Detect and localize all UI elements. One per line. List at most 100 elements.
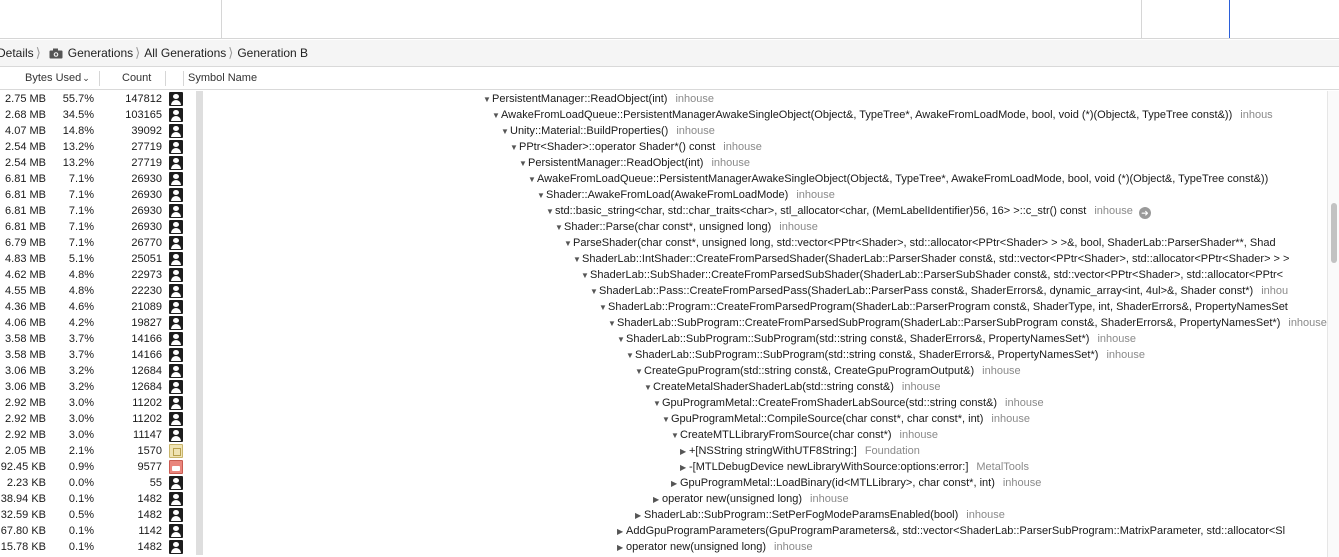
breadcrumb-item-details[interactable]: Details bbox=[0, 46, 34, 60]
disclosure-triangle-icon[interactable]: ▼ bbox=[528, 172, 537, 188]
disclosure-triangle-icon[interactable]: ▼ bbox=[546, 204, 555, 220]
table-row[interactable]: 3.06 MB 3.2% 12684 ▼CreateMetalShaderShader… bbox=[0, 379, 1327, 395]
disclosure-triangle-icon[interactable]: ▶ bbox=[671, 476, 680, 492]
table-row[interactable]: 4.06 MB 4.2% 19827 ▼ShaderLab::SubProgram::… bbox=[0, 315, 1327, 331]
vertical-scrollbar[interactable] bbox=[1327, 91, 1339, 557]
table-row[interactable]: 2.92 MB 3.0% 11202 ▼GpuProgramMetal::Create… bbox=[0, 395, 1327, 411]
table-row[interactable]: 4.83 MB 5.1% 25051 ▼ShaderLab::IntShader::C… bbox=[0, 251, 1327, 267]
user-library-icon bbox=[169, 252, 183, 266]
disclosure-triangle-icon[interactable]: ▶ bbox=[617, 524, 626, 540]
disclosure-triangle-icon[interactable]: ▼ bbox=[510, 140, 519, 156]
symbol-name: ShaderLab::SubProgram::SubProgram(std::s… bbox=[635, 349, 1099, 361]
table-row[interactable]: 3.58 MB 3.7% 14166 ▼ShaderLab::SubProgram::… bbox=[0, 347, 1327, 363]
go-to-source-icon[interactable]: ➜ bbox=[1138, 207, 1151, 219]
table-row[interactable]: 32.59 KB 0.5% 1482 ▶ ShaderLab::SubProgram::… bbox=[0, 507, 1327, 523]
library-name: inhouse bbox=[1097, 333, 1136, 345]
column-header-symbol-name[interactable]: Symbol Name bbox=[188, 68, 257, 89]
symbol-name: AddGpuProgramParameters(GpuProgramParame… bbox=[626, 525, 1286, 537]
disclosure-triangle-icon[interactable]: ▼ bbox=[635, 364, 644, 380]
table-row[interactable]: 2.92 MB 3.0% 11147 ▼CreateMTLLibraryFromSou… bbox=[0, 427, 1327, 443]
percent-cell: 3.0% bbox=[68, 397, 94, 409]
table-row[interactable]: 2.68 MB 34.5% 103165 ▼AwakeFromLoadQueue::P… bbox=[0, 107, 1327, 123]
column-divider[interactable] bbox=[183, 71, 184, 86]
disclosure-triangle-icon[interactable]: ▼ bbox=[671, 428, 680, 444]
count-cell: 14166 bbox=[131, 349, 162, 361]
column-header-count[interactable]: Count bbox=[122, 68, 151, 89]
table-row[interactable]: 6.81 MB 7.1% 26930 ▼AwakeFromLoadQueue::Per… bbox=[0, 171, 1327, 187]
library-name: inhouse bbox=[991, 413, 1030, 425]
disclosure-triangle-icon[interactable]: ▼ bbox=[537, 188, 546, 204]
table-row[interactable]: 6.81 MB 7.1% 26930 ▼Shader::Parse(char cons… bbox=[0, 219, 1327, 235]
table-row[interactable]: 2.54 MB 13.2% 27719 ▼PPtr<Shader>::operator… bbox=[0, 139, 1327, 155]
disclosure-triangle-icon[interactable]: ▶ bbox=[680, 444, 689, 460]
column-header-label: Bytes Used bbox=[25, 72, 82, 84]
row-gutter bbox=[196, 251, 203, 267]
table-row[interactable]: 15.78 KB 0.1% 1482 ▶ operator new(unsigned l… bbox=[0, 539, 1327, 555]
percent-cell: 4.6% bbox=[68, 301, 94, 313]
disclosure-triangle-icon[interactable]: ▼ bbox=[617, 332, 626, 348]
table-row[interactable]: 2.92 MB 3.0% 11202 ▼GpuProgramMetal::Compil… bbox=[0, 411, 1327, 427]
symbol-name: ShaderLab::SubShader::CreateFromParsedSu… bbox=[590, 269, 1284, 281]
disclosure-triangle-icon[interactable]: ▶ bbox=[653, 492, 662, 508]
disclosure-triangle-icon[interactable]: ▼ bbox=[599, 300, 608, 316]
table-row[interactable]: 4.36 MB 4.6% 21089 ▼ShaderLab::Program::Cre… bbox=[0, 299, 1327, 315]
table-row[interactable]: 38.94 KB 0.1% 1482 ▶ operator new(unsigned l… bbox=[0, 491, 1327, 507]
count-cell: 19827 bbox=[131, 317, 162, 329]
table-row[interactable]: 4.62 MB 4.8% 22973 ▼ShaderLab::SubShader::C… bbox=[0, 267, 1327, 283]
table-row[interactable]: 2.23 KB 0.0% 55 ▶ GpuProgramMetal::LoadBinar… bbox=[0, 475, 1327, 491]
disclosure-triangle-icon[interactable]: ▶ bbox=[635, 508, 644, 524]
disclosure-triangle-icon[interactable]: ▼ bbox=[483, 92, 492, 108]
table-row[interactable]: 2.75 MB 55.7% 147812 ▼PersistentManager::Re… bbox=[0, 91, 1327, 107]
bytes-used-cell: 2.92 MB bbox=[5, 397, 46, 409]
table-row[interactable]: 3.58 MB 3.7% 14166 ▼ShaderLab::SubProgram::… bbox=[0, 331, 1327, 347]
column-divider[interactable] bbox=[99, 71, 100, 86]
disclosure-triangle-icon[interactable]: ▼ bbox=[519, 156, 528, 172]
column-divider[interactable] bbox=[165, 71, 166, 86]
percent-cell: 3.2% bbox=[68, 381, 94, 393]
disclosure-triangle-icon[interactable]: ▶ bbox=[617, 540, 626, 556]
disclosure-triangle-icon[interactable]: ▼ bbox=[555, 220, 564, 236]
count-cell: 39092 bbox=[131, 125, 162, 137]
disclosure-triangle-icon[interactable]: ▼ bbox=[662, 412, 671, 428]
table-row[interactable]: 6.81 MB 7.1% 26930 ▼Shader::AwakeFromLoad(A… bbox=[0, 187, 1327, 203]
user-library-icon bbox=[169, 156, 183, 170]
disclosure-triangle-icon[interactable]: ▼ bbox=[492, 108, 501, 124]
bytes-used-cell: 4.62 MB bbox=[5, 269, 46, 281]
symbol-name: AwakeFromLoadQueue::PersistentManagerAwa… bbox=[501, 109, 1233, 121]
count-cell: 1570 bbox=[137, 445, 162, 457]
disclosure-triangle-icon[interactable]: ▶ bbox=[680, 460, 689, 476]
breadcrumb-item-generations[interactable]: Generations bbox=[45, 46, 133, 60]
symbol-name: -[MTLDebugDevice newLibraryWithSource:op… bbox=[689, 461, 969, 473]
count-cell: 27719 bbox=[131, 141, 162, 153]
row-gutter bbox=[196, 347, 203, 363]
disclosure-triangle-icon[interactable]: ▼ bbox=[581, 268, 590, 284]
table-row[interactable]: 6.81 MB 7.1% 26930 ▼std::basic_string<char,… bbox=[0, 203, 1327, 219]
scrollbar-thumb[interactable] bbox=[1331, 203, 1337, 263]
percent-cell: 7.1% bbox=[68, 189, 94, 201]
disclosure-triangle-icon[interactable]: ▼ bbox=[644, 380, 653, 396]
disclosure-triangle-icon[interactable]: ▼ bbox=[626, 348, 635, 364]
table-row[interactable]: 3.06 MB 3.2% 12684 ▼CreateGpuProgram(std::s… bbox=[0, 363, 1327, 379]
bytes-used-cell: 6.79 MB bbox=[5, 237, 46, 249]
symbol-cell: ▼AwakeFromLoadQueue::PersistentManagerAw… bbox=[528, 171, 1268, 187]
disclosure-triangle-icon[interactable]: ▼ bbox=[573, 252, 582, 268]
table-row[interactable]: 2.05 MB 2.1% 1570 ▶ +[NSString stringWithUTF… bbox=[0, 443, 1327, 459]
row-gutter bbox=[196, 299, 203, 315]
column-header-bytes-used[interactable]: Bytes Used⌄ bbox=[25, 68, 90, 89]
disclosure-triangle-icon[interactable]: ▼ bbox=[501, 124, 510, 140]
table-row[interactable]: 2.54 MB 13.2% 27719 ▼PersistentManager::Rea… bbox=[0, 155, 1327, 171]
table-row[interactable]: 4.55 MB 4.8% 22230 ▼ShaderLab::Pass::Create… bbox=[0, 283, 1327, 299]
disclosure-triangle-icon[interactable]: ▼ bbox=[564, 236, 573, 252]
table-row[interactable]: 67.80 KB 0.1% 1142 ▶ AddGpuProgramParameters… bbox=[0, 523, 1327, 539]
table-row[interactable]: 92.45 KB 0.9% 9577 ▶ -[MTLDebugDevice newLib… bbox=[0, 459, 1327, 475]
disclosure-triangle-icon[interactable]: ▼ bbox=[590, 284, 599, 300]
breadcrumb-item-all-generations[interactable]: All Generations bbox=[144, 46, 226, 60]
disclosure-triangle-icon[interactable]: ▼ bbox=[653, 396, 662, 412]
timeline-cursor[interactable] bbox=[1229, 0, 1230, 38]
count-cell: 1482 bbox=[137, 541, 162, 553]
table-row[interactable]: 6.79 MB 7.1% 26770 ▼ParseShader(char const*… bbox=[0, 235, 1327, 251]
disclosure-triangle-icon[interactable]: ▼ bbox=[608, 316, 617, 332]
breadcrumb-item-generation-b[interactable]: Generation B bbox=[237, 46, 308, 60]
table-row[interactable]: 4.07 MB 14.8% 39092 ▼Unity::Material::Build… bbox=[0, 123, 1327, 139]
percent-cell: 3.0% bbox=[68, 429, 94, 441]
